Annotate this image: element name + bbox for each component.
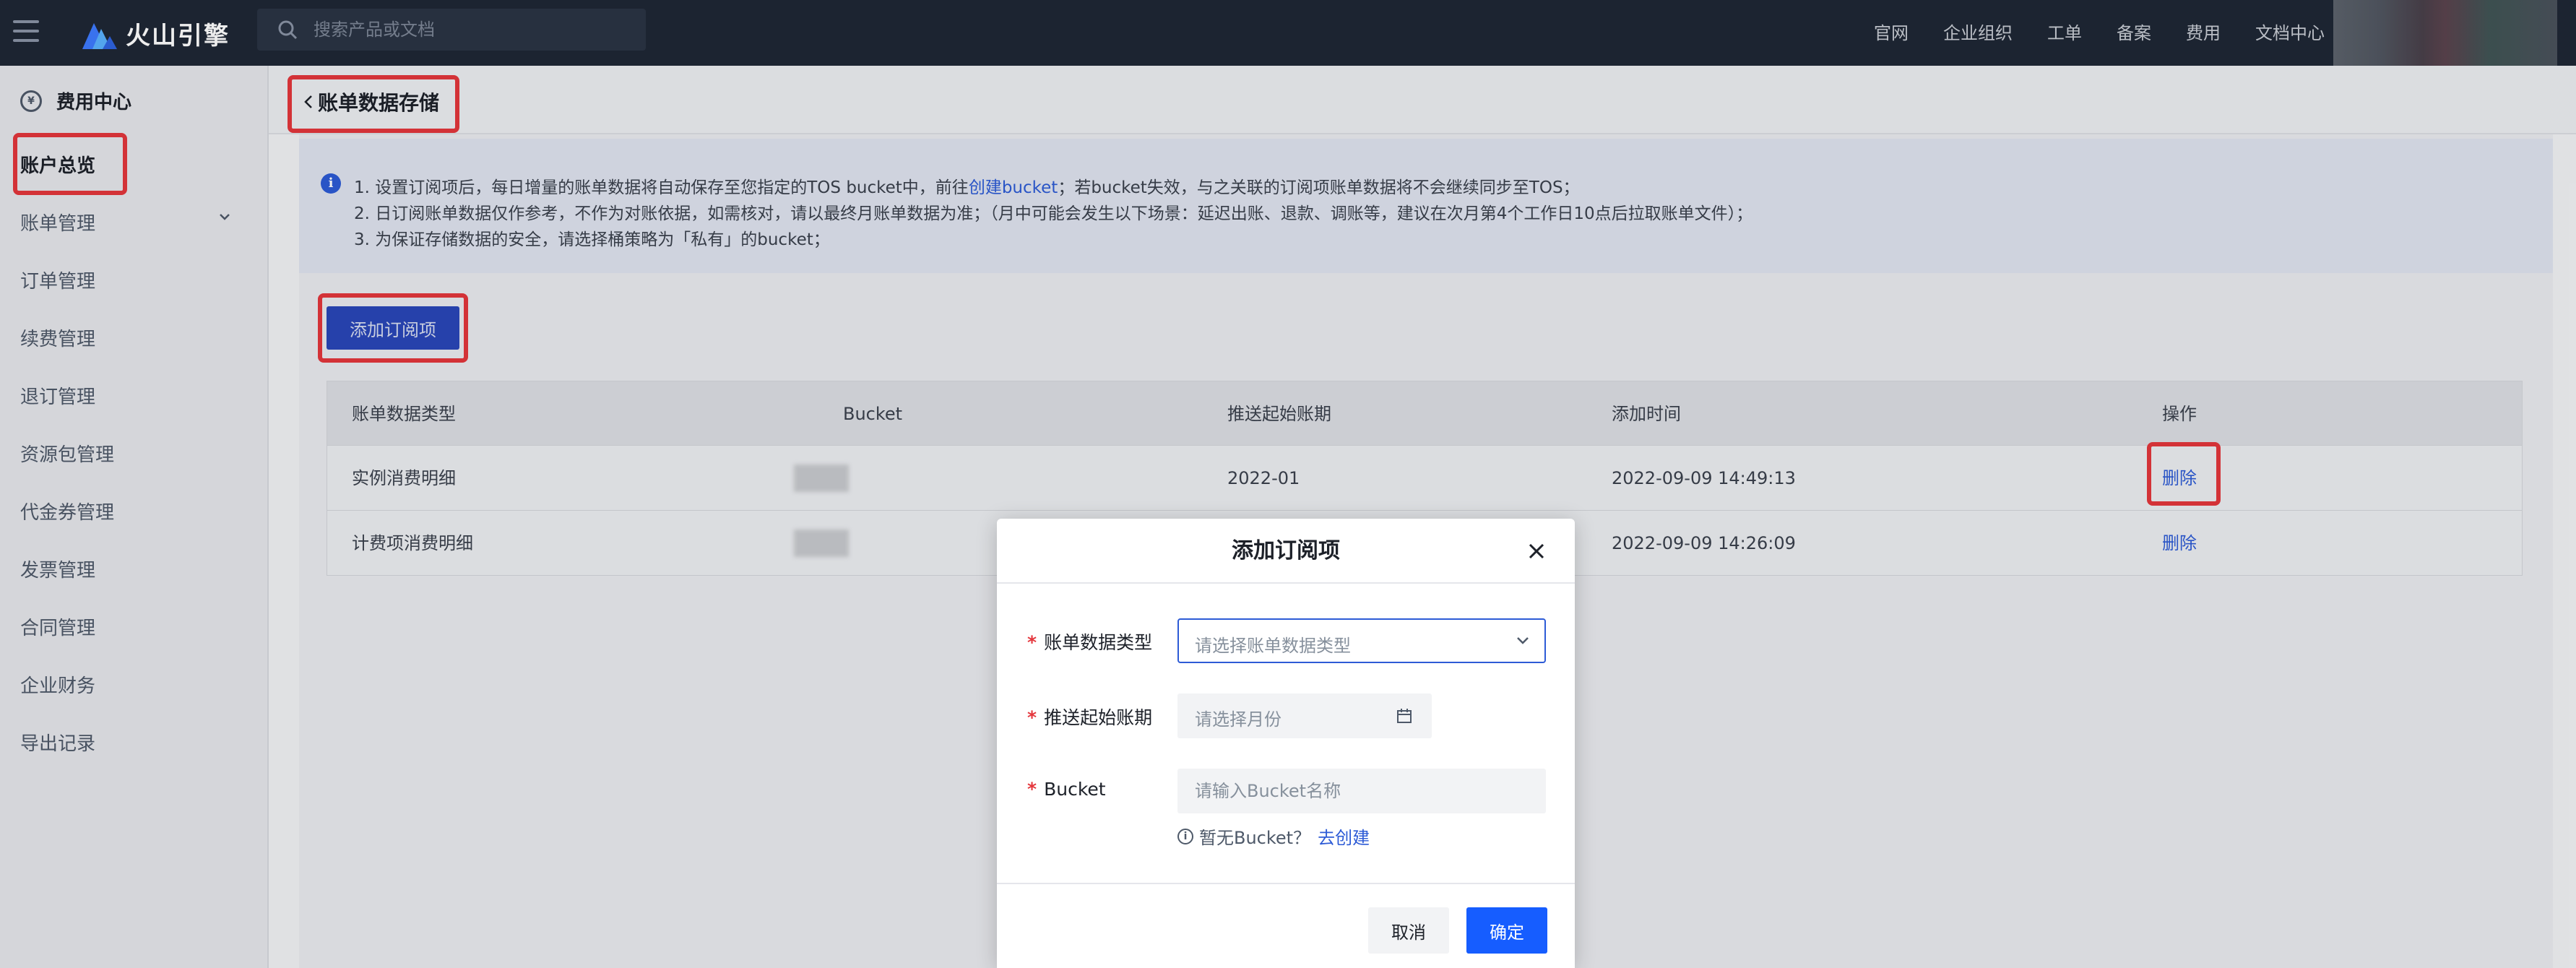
bucket-hint: i 暂无Bucket？ 去创建 bbox=[1177, 824, 1370, 849]
brand-logo[interactable]: 火山引擎 bbox=[79, 13, 230, 53]
info-icon: i bbox=[321, 173, 341, 194]
nav-tickets[interactable]: 工单 bbox=[2047, 19, 2082, 44]
sidebar-item-contracts[interactable]: 合同管理 bbox=[20, 613, 95, 640]
top-navbar: 火山引擎 官网 企业组织 工单 备案 费用 文档中心 bbox=[0, 0, 2576, 88]
close-icon[interactable] bbox=[1524, 539, 1549, 563]
dialog-title: 添加订阅项 bbox=[997, 519, 1575, 584]
volcano-logo-icon bbox=[82, 23, 117, 49]
sidebar-item-enterprise-finance[interactable]: 企业财务 bbox=[20, 671, 95, 698]
highlight-add-button bbox=[318, 293, 468, 363]
create-bucket-link[interactable]: 创建bucket bbox=[969, 178, 1058, 197]
yen-coin-icon: ¥ bbox=[20, 90, 42, 112]
nav-docs[interactable]: 文档中心 bbox=[2255, 19, 2325, 44]
sidebar-item-renewal[interactable]: 续费管理 bbox=[20, 324, 95, 351]
month-picker[interactable]: 请选择月份 bbox=[1177, 693, 1432, 738]
nav-billing[interactable]: 费用 bbox=[2186, 19, 2221, 44]
bucket-name-input[interactable] bbox=[1177, 769, 1546, 813]
cell-start-period: 2022-01 bbox=[1227, 468, 1300, 488]
sidebar-item-resource-packages[interactable]: 资源包管理 bbox=[20, 440, 114, 467]
cancel-button[interactable]: 取消 bbox=[1368, 907, 1449, 954]
calendar-icon bbox=[1397, 709, 1412, 723]
notice-line-2: 2. 日订阅账单数据仅作参考，不作为对账依据，如需核对，请以最终月账单数据为准；… bbox=[354, 204, 1753, 223]
month-placeholder: 请选择月份 bbox=[1195, 709, 1281, 730]
confirm-button[interactable]: 确定 bbox=[1466, 907, 1547, 954]
highlight-account-overview bbox=[13, 133, 127, 195]
header-bucket: Bucket bbox=[843, 404, 903, 424]
add-subscription-dialog: 添加订阅项 * 账单数据类型 请选择账单数据类型 * 推送起始账期 请选择月份 * B… bbox=[997, 519, 1575, 968]
nav-official-site[interactable]: 官网 bbox=[1874, 19, 1909, 44]
header-type: 账单数据类型 bbox=[352, 404, 456, 424]
chevron-down-icon bbox=[1517, 637, 1529, 644]
notice-line-1: 1. 设置订阅项后，每日增量的账单数据将自动保存至您指定的TOS bucket中… bbox=[354, 178, 1580, 197]
search-icon bbox=[278, 20, 298, 40]
sidebar-item-orders[interactable]: 订单管理 bbox=[20, 267, 95, 293]
cell-added-time: 2022-09-09 14:26:09 bbox=[1612, 533, 1796, 553]
sidebar-title: 费用中心 bbox=[56, 92, 132, 113]
header-added-time: 添加时间 bbox=[1612, 404, 1681, 424]
global-search[interactable] bbox=[257, 9, 646, 51]
hamburger-menu-icon[interactable] bbox=[13, 20, 39, 45]
bill-type-select[interactable]: 请选择账单数据类型 bbox=[1177, 618, 1546, 663]
highlight-delete bbox=[2147, 442, 2221, 506]
bucket-label: * Bucket bbox=[1027, 779, 1106, 800]
highlight-page-title bbox=[288, 75, 459, 133]
page-header: 账单数据存储 bbox=[269, 66, 2576, 134]
sidebar-item-vouchers[interactable]: 代金券管理 bbox=[20, 498, 114, 524]
table-header: 账单数据类型 Bucket 推送起始账期 添加时间 操作 bbox=[327, 381, 2523, 446]
nav-filing[interactable]: 备案 bbox=[2117, 19, 2151, 44]
sidebar: ¥ 费用中心 账户总览 账单管理 订单管理 续费管理 退订管理 资源包管理 代金… bbox=[0, 66, 269, 968]
search-input[interactable] bbox=[314, 20, 617, 40]
header-start-period: 推送起始账期 bbox=[1227, 404, 1331, 424]
info-circle-icon: i bbox=[1177, 828, 1193, 844]
sidebar-header: ¥ 费用中心 bbox=[20, 87, 131, 114]
sidebar-item-bill-management[interactable]: 账单管理 bbox=[20, 209, 95, 235]
go-create-link[interactable]: 去创建 bbox=[1318, 824, 1370, 849]
sidebar-item-export-records[interactable]: 导出记录 bbox=[20, 729, 95, 756]
chevron-down-icon[interactable] bbox=[218, 210, 231, 223]
cell-bucket-redacted bbox=[794, 530, 849, 557]
cell-added-time: 2022-09-09 14:49:13 bbox=[1612, 468, 1796, 488]
cell-type: 实例消费明细 bbox=[352, 468, 456, 488]
dialog-divider bbox=[997, 883, 1575, 884]
bill-type-placeholder: 请选择账单数据类型 bbox=[1195, 636, 1351, 656]
sidebar-item-unsubscribe[interactable]: 退订管理 bbox=[20, 382, 95, 409]
delete-link[interactable]: 删除 bbox=[2162, 511, 2197, 576]
cell-bucket-redacted bbox=[794, 464, 849, 492]
brand-name: 火山引擎 bbox=[126, 21, 230, 51]
type-label: * 账单数据类型 bbox=[1027, 632, 1153, 653]
info-notice: i 1. 设置订阅项后，每日增量的账单数据将自动保存至您指定的TOS bucke… bbox=[299, 139, 2553, 273]
hint-text: 暂无Bucket？ bbox=[1199, 828, 1311, 848]
header-actions: 操作 bbox=[2162, 404, 2197, 424]
cell-type: 计费项消费明细 bbox=[352, 533, 473, 553]
start-period-label: * 推送起始账期 bbox=[1027, 707, 1153, 728]
notice-line-3: 3. 为保证存储数据的安全，请选择桶策略为「私有」的bucket； bbox=[354, 230, 830, 249]
nav-enterprise-org[interactable]: 企业组织 bbox=[1943, 19, 2013, 44]
sidebar-item-invoices[interactable]: 发票管理 bbox=[20, 556, 95, 582]
